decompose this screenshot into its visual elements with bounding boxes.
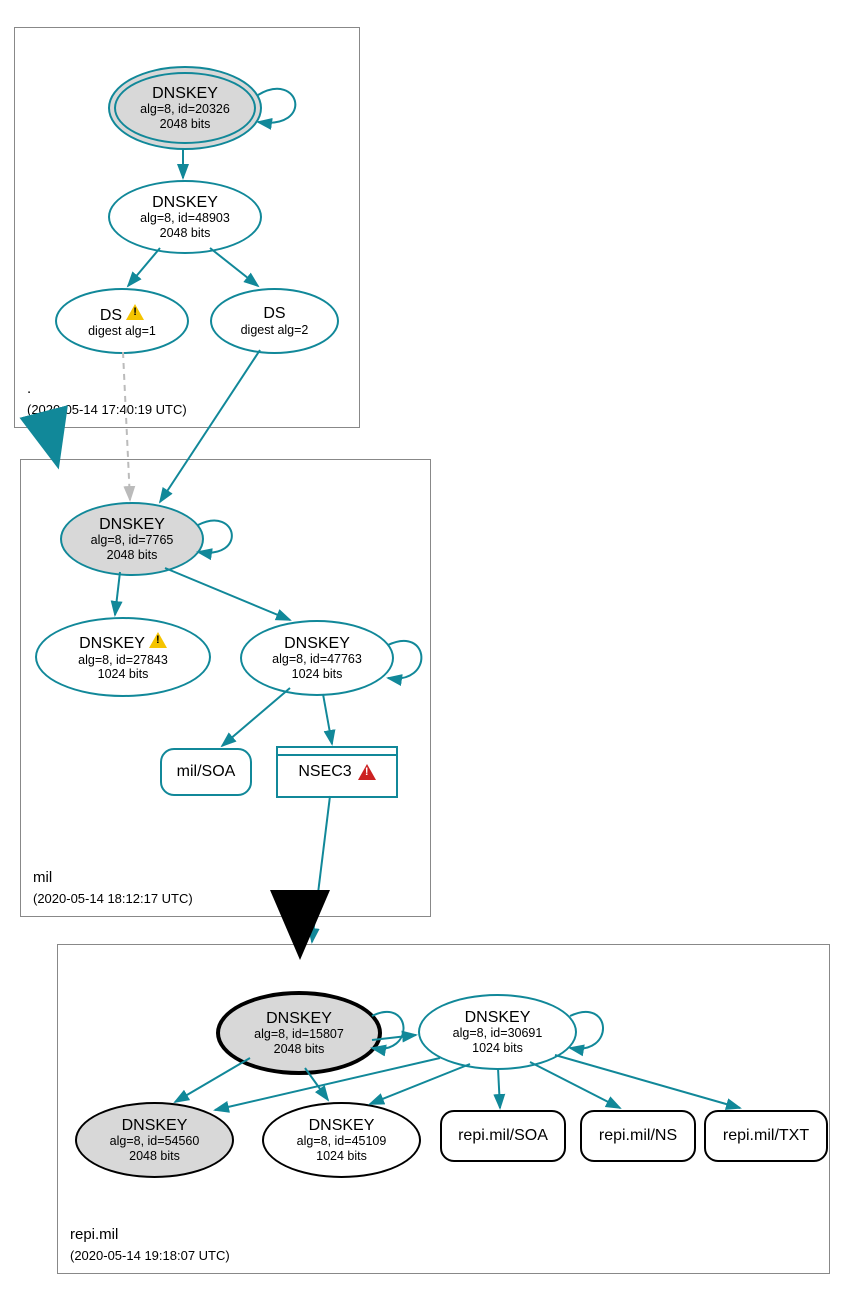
node-root-ds2: DS digest alg=2: [210, 288, 339, 354]
node-mil-soa: mil/SOA: [160, 748, 252, 796]
node-line2: alg=8, id=27843: [78, 653, 168, 667]
zone-mil-label: mil: [33, 869, 52, 886]
node-mil-k2: DNSKEY alg=8, id=27843 1024 bits: [35, 617, 211, 697]
node-title: DNSKEY: [465, 1009, 531, 1027]
node-title: DNSKEY: [152, 85, 218, 103]
node-title: DNSKEY: [152, 194, 218, 212]
node-line2: alg=8, id=15807: [254, 1027, 344, 1041]
node-line2: alg=8, id=54560: [110, 1134, 200, 1148]
node-line2: alg=8, id=47763: [272, 652, 362, 666]
warning-icon: [126, 304, 144, 322]
node-repi-k4: DNSKEY alg=8, id=45109 1024 bits: [262, 1102, 421, 1178]
label: repi.mil/TXT: [723, 1127, 809, 1145]
zone-repi-label: repi.mil: [70, 1226, 118, 1243]
zone-repi-timestamp: (2020-05-14 19:18:07 UTC): [70, 1248, 230, 1263]
node-title: DNSKEY: [266, 1010, 332, 1028]
dnskey-label: DNSKEY: [79, 635, 145, 652]
node-root-ksk: DNSKEY alg=8, id=20326 2048 bits: [108, 66, 262, 150]
node-title: DNSKEY: [79, 632, 167, 653]
label: mil/SOA: [177, 763, 236, 781]
label: repi.mil/SOA: [458, 1127, 548, 1145]
node-title: DNSKEY: [99, 516, 165, 534]
node-mil-nsec3: NSEC3: [276, 746, 398, 798]
node-line3: 1024 bits: [292, 667, 343, 681]
node-title: DNSKEY: [309, 1117, 375, 1135]
ds-label: DS: [100, 307, 122, 324]
node-mil-k3: DNSKEY alg=8, id=47763 1024 bits: [240, 620, 394, 696]
warning-icon: [149, 632, 167, 650]
node-root-ds1: DS digest alg=1: [55, 288, 189, 354]
node-line3: 2048 bits: [274, 1042, 325, 1056]
node-repi-soa: repi.mil/SOA: [440, 1110, 566, 1162]
node-line2: digest alg=1: [88, 324, 156, 338]
node-repi-ksk: DNSKEY alg=8, id=15807 2048 bits: [216, 991, 382, 1075]
node-title: DS: [100, 304, 144, 325]
error-icon: [358, 764, 376, 780]
node-line3: 2048 bits: [107, 548, 158, 562]
node-line2: digest alg=2: [241, 323, 309, 337]
node-line3: 1024 bits: [472, 1041, 523, 1055]
node-line3: 2048 bits: [160, 226, 211, 240]
node-repi-k3: DNSKEY alg=8, id=54560 2048 bits: [75, 1102, 234, 1178]
node-title: DS: [263, 305, 285, 323]
node-line3: 2048 bits: [129, 1149, 180, 1163]
label: repi.mil/NS: [599, 1127, 677, 1145]
node-title: DNSKEY: [122, 1117, 188, 1135]
node-mil-ksk: DNSKEY alg=8, id=7765 2048 bits: [60, 502, 204, 576]
node-line2: alg=8, id=48903: [140, 211, 230, 225]
zone-root-label: .: [27, 380, 31, 397]
node-line3: 1024 bits: [98, 667, 149, 681]
node-title: DNSKEY: [284, 635, 350, 653]
node-repi-zsk: DNSKEY alg=8, id=30691 1024 bits: [418, 994, 577, 1070]
node-repi-ns: repi.mil/NS: [580, 1110, 696, 1162]
node-repi-txt: repi.mil/TXT: [704, 1110, 828, 1162]
label: NSEC3: [298, 763, 351, 781]
node-line3: 2048 bits: [160, 117, 211, 131]
node-line2: alg=8, id=20326: [140, 102, 230, 116]
zone-mil-timestamp: (2020-05-14 18:12:17 UTC): [33, 891, 193, 906]
zone-root-timestamp: (2020-05-14 17:40:19 UTC): [27, 402, 187, 417]
node-line2: alg=8, id=45109: [297, 1134, 387, 1148]
node-root-zsk: DNSKEY alg=8, id=48903 2048 bits: [108, 180, 262, 254]
node-line3: 1024 bits: [316, 1149, 367, 1163]
node-line2: alg=8, id=7765: [91, 533, 174, 547]
node-line2: alg=8, id=30691: [453, 1026, 543, 1040]
